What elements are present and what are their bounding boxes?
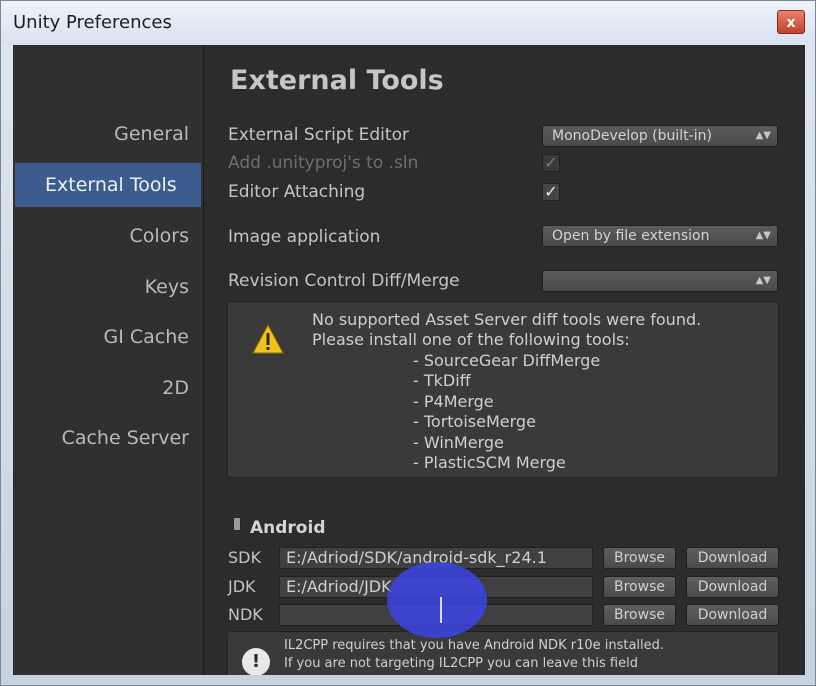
external-script-editor-label: External Script Editor xyxy=(228,125,409,145)
tool-list-item: - SourceGear DiffMerge xyxy=(413,351,601,370)
sidebar-item-gi-cache[interactable]: GI Cache xyxy=(19,326,189,348)
revision-control-dropdown[interactable]: ▲▼ xyxy=(542,270,778,292)
sdk-browse-button[interactable]: Browse xyxy=(603,547,676,569)
revision-control-label: Revision Control Diff/Merge xyxy=(228,271,460,291)
warning-line: Please install one of the following tool… xyxy=(312,330,630,349)
add-unityproj-label: Add .unityproj's to .sln xyxy=(228,153,419,173)
jdk-browse-button[interactable]: Browse xyxy=(603,576,676,598)
editor-attaching-checkbox[interactable]: ✓ xyxy=(542,183,560,201)
external-script-editor-dropdown[interactable]: MonoDevelop (built-in) ▲▼ xyxy=(542,125,778,147)
tool-list-item: - TortoiseMerge xyxy=(413,412,536,431)
sidebar-item-external-tools[interactable]: External Tools xyxy=(15,163,201,207)
close-icon: x xyxy=(786,15,796,31)
external-script-editor-value: MonoDevelop (built-in) xyxy=(552,128,712,144)
preferences-window: Unity Preferences x General External Too… xyxy=(0,0,816,686)
window-title: Unity Preferences xyxy=(13,12,172,33)
info-line: IL2CPP requires that you have Android ND… xyxy=(284,638,665,653)
sidebar-item-keys[interactable]: Keys xyxy=(19,276,189,298)
tool-list-item: - TkDiff xyxy=(413,371,471,390)
sdk-download-button[interactable]: Download xyxy=(686,547,779,569)
title-bar[interactable]: Unity Preferences x xyxy=(1,1,815,45)
updown-arrows-icon: ▲▼ xyxy=(755,230,771,241)
diff-tools-warning: No supported Asset Server diff tools wer… xyxy=(227,301,779,478)
image-application-dropdown[interactable]: Open by file extension ▲▼ xyxy=(542,225,778,247)
sidebar-item-2d[interactable]: 2D xyxy=(19,377,189,399)
external-tools-panel: External Tools External Script Editor Mo… xyxy=(205,45,805,675)
ndk-label: NDK xyxy=(228,605,263,624)
tool-list-item: - PlasticSCM Merge xyxy=(413,453,566,472)
il2cpp-info-box: ! IL2CPP requires that you have Android … xyxy=(227,631,779,675)
sidebar-item-general[interactable]: General xyxy=(19,123,189,145)
image-application-value: Open by file extension xyxy=(552,228,710,244)
jdk-download-button[interactable]: Download xyxy=(686,576,779,598)
updown-arrows-icon: ▲▼ xyxy=(755,275,771,286)
sdk-label: SDK xyxy=(228,548,261,567)
close-button[interactable]: x xyxy=(777,10,805,34)
cursor-highlight xyxy=(387,562,487,638)
checkmark-icon: ✓ xyxy=(544,182,558,201)
sidebar-item-colors[interactable]: Colors xyxy=(19,225,189,247)
warning-line: No supported Asset Server diff tools wer… xyxy=(312,310,702,329)
info-icon: ! xyxy=(242,648,270,675)
warning-icon xyxy=(252,324,284,354)
preferences-content: General External Tools Colors Keys GI Ca… xyxy=(13,45,805,675)
android-icon xyxy=(233,517,241,531)
sidebar: General External Tools Colors Keys GI Ca… xyxy=(13,45,204,675)
info-line: If you are not targeting IL2CPP you can … xyxy=(284,656,638,671)
add-unityproj-checkbox[interactable]: ✓ xyxy=(542,154,560,172)
android-section-title: Android xyxy=(250,518,326,538)
jdk-label: JDK xyxy=(228,577,256,596)
updown-arrows-icon: ▲▼ xyxy=(755,130,771,141)
text-cursor-icon xyxy=(440,597,442,623)
checkmark-icon: ✓ xyxy=(544,153,558,172)
ndk-download-button[interactable]: Download xyxy=(686,604,779,626)
page-title: External Tools xyxy=(230,65,444,96)
tool-list-item: - WinMerge xyxy=(413,433,504,452)
ndk-browse-button[interactable]: Browse xyxy=(603,604,676,626)
image-application-label: Image application xyxy=(228,227,381,247)
sidebar-item-cache-server[interactable]: Cache Server xyxy=(19,427,189,449)
editor-attaching-label: Editor Attaching xyxy=(228,182,366,202)
tool-list-item: - P4Merge xyxy=(413,392,494,411)
